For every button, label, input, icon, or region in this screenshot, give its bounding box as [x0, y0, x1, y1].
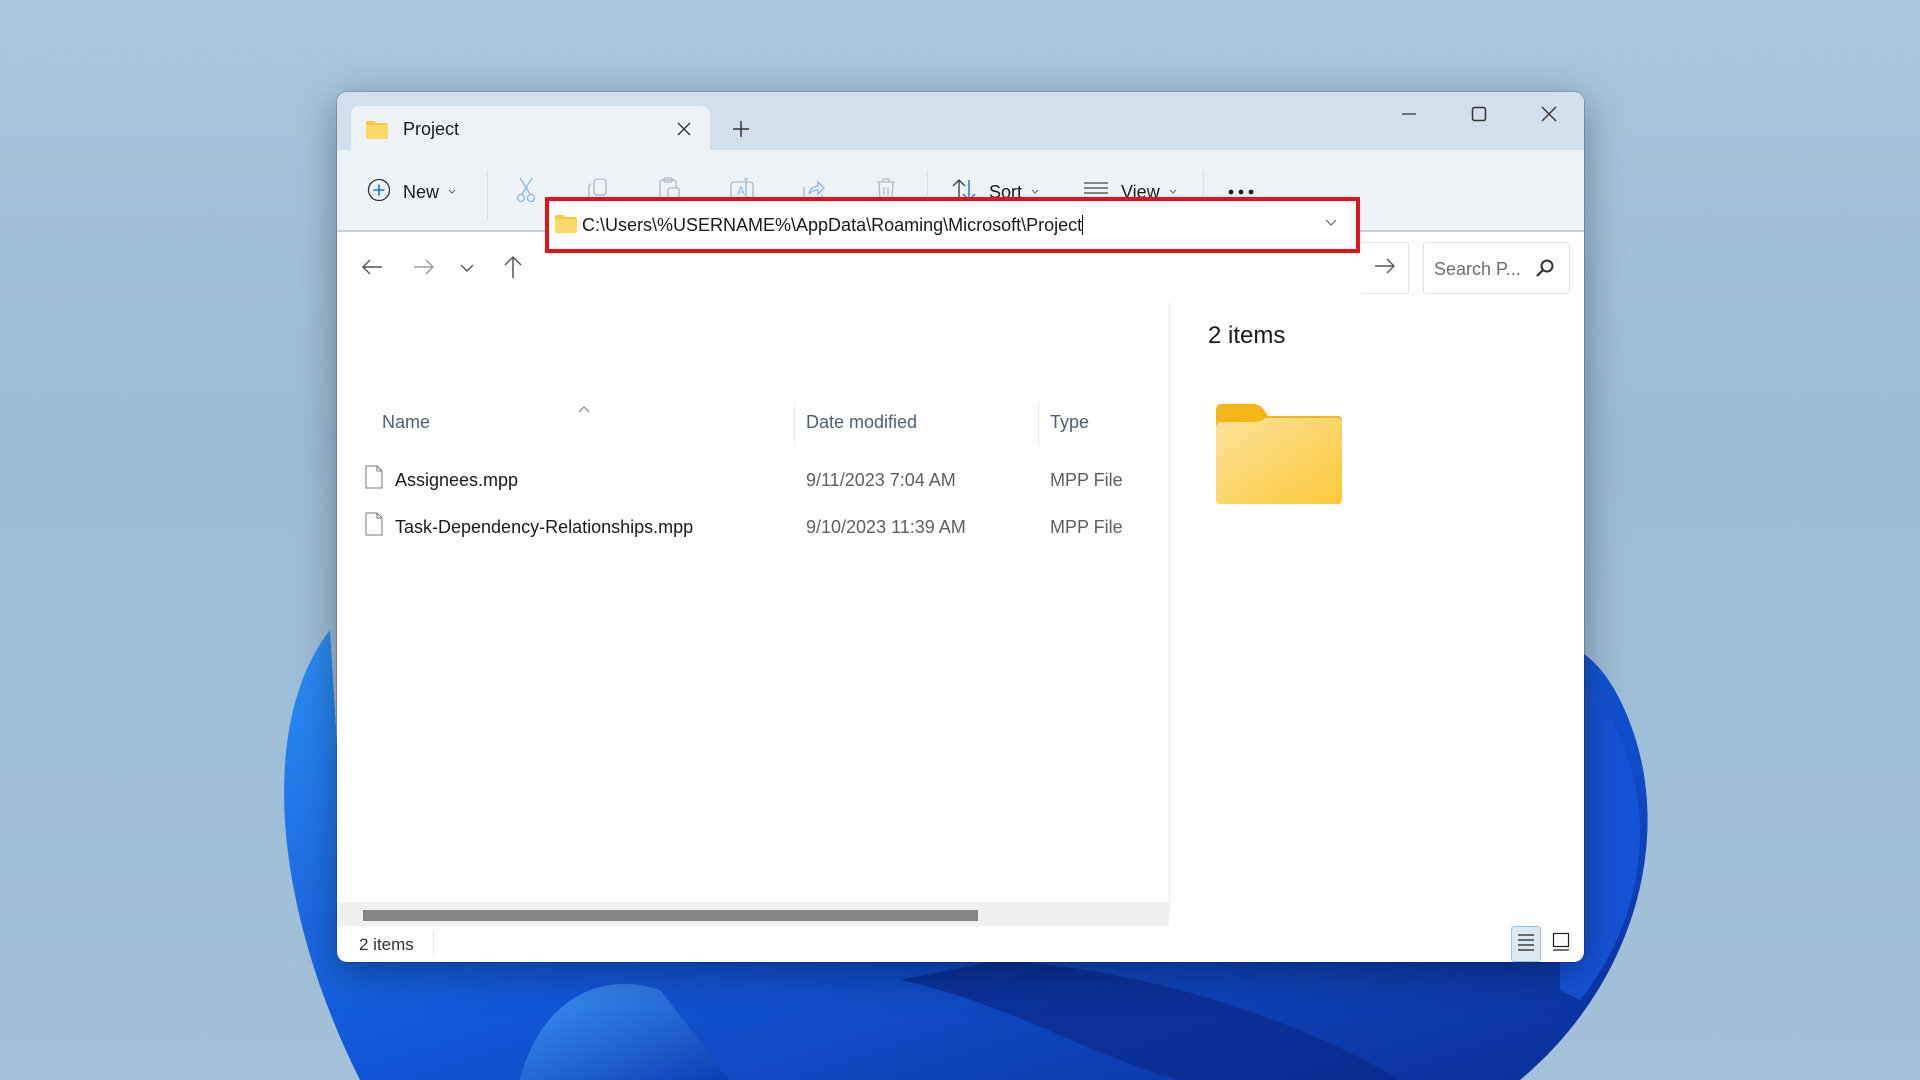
file-explorer-window: Project New A Sort View C:\Users\%USERNA…: [337, 92, 1584, 962]
details-view-icon: [1517, 932, 1535, 957]
tab-bar: Project: [337, 92, 1584, 152]
close-window-button[interactable]: [1514, 92, 1584, 136]
preview-item-count: 2 items: [1208, 322, 1286, 349]
column-header-name[interactable]: Name: [382, 412, 430, 433]
status-item-count: 2 items: [359, 935, 414, 954]
search-icon: [1535, 258, 1555, 283]
cut-icon: [514, 177, 538, 208]
file-list: Name Date modified Type Assignees.mpp 9/…: [337, 302, 1169, 902]
sort-ascending-icon: [577, 400, 591, 418]
recent-locations-button[interactable]: [450, 252, 484, 286]
horizontal-scrollbar[interactable]: [337, 902, 1169, 926]
forward-button[interactable]: [407, 252, 441, 286]
text-caret: [1082, 215, 1084, 235]
up-button[interactable]: [496, 252, 530, 286]
address-input[interactable]: C:\Users\%USERNAME%\AppData\Roaming\Micr…: [582, 215, 1084, 236]
chevron-down-icon: [459, 260, 475, 278]
file-type: MPP File: [1050, 517, 1123, 537]
file-row[interactable]: Assignees.mpp 9/11/2023 7:04 AM MPP File: [351, 460, 1151, 500]
new-button[interactable]: New: [367, 170, 457, 214]
folder-icon: [1214, 402, 1344, 511]
file-icon: [365, 512, 383, 541]
maximize-button[interactable]: [1444, 92, 1514, 136]
go-button[interactable]: [1361, 242, 1409, 294]
tab-project[interactable]: Project: [351, 106, 710, 152]
file-icon: [365, 465, 383, 494]
search-input[interactable]: Search P...: [1434, 259, 1521, 280]
search-box[interactable]: Search P...: [1423, 242, 1570, 294]
back-button[interactable]: [355, 252, 389, 286]
chevron-down-icon: [447, 183, 457, 201]
arrow-right-icon: [413, 258, 435, 281]
file-name: Task-Dependency-Relationships.mpp: [395, 517, 694, 537]
tab-title: Project: [403, 119, 460, 139]
file-date: 9/11/2023 7:04 AM: [806, 470, 956, 490]
folder-icon: [554, 214, 578, 239]
file-row[interactable]: Task-Dependency-Relationships.mpp 9/10/2…: [351, 507, 1151, 547]
minimize-button[interactable]: [1374, 92, 1444, 136]
address-path: C:\Users\%USERNAME%\AppData\Roaming\Micr…: [582, 215, 1083, 235]
folder-icon: [365, 120, 389, 145]
scrollbar-thumb[interactable]: [363, 910, 978, 921]
large-icons-view-icon: [1552, 932, 1570, 957]
file-date: 9/10/2023 11:39 AM: [806, 517, 966, 537]
address-history-dropdown[interactable]: [1324, 215, 1338, 233]
toolbar-divider: [487, 170, 488, 220]
new-label: New: [403, 181, 440, 202]
column-divider[interactable]: [1038, 402, 1039, 446]
close-tab-icon[interactable]: [669, 114, 699, 144]
address-bar[interactable]: C:\Users\%USERNAME%\AppData\Roaming\Micr…: [545, 197, 1360, 253]
svg-text:A: A: [737, 184, 745, 198]
column-header-type[interactable]: Type: [1050, 412, 1089, 433]
column-header-date[interactable]: Date modified: [806, 412, 917, 433]
preview-pane-divider[interactable]: [1169, 302, 1170, 912]
arrow-up-icon: [503, 255, 523, 284]
details-view-button[interactable]: [1511, 926, 1541, 962]
add-circle-icon: [367, 178, 391, 207]
status-divider: [433, 930, 434, 956]
new-tab-button[interactable]: [726, 114, 756, 144]
cut-button[interactable]: [510, 176, 542, 208]
file-name: Assignees.mpp: [395, 470, 519, 490]
arrow-left-icon: [361, 258, 383, 281]
column-divider[interactable]: [794, 402, 795, 446]
large-icons-view-button[interactable]: [1546, 926, 1576, 962]
file-type: MPP File: [1050, 470, 1123, 490]
arrow-right-icon: [1374, 257, 1396, 280]
